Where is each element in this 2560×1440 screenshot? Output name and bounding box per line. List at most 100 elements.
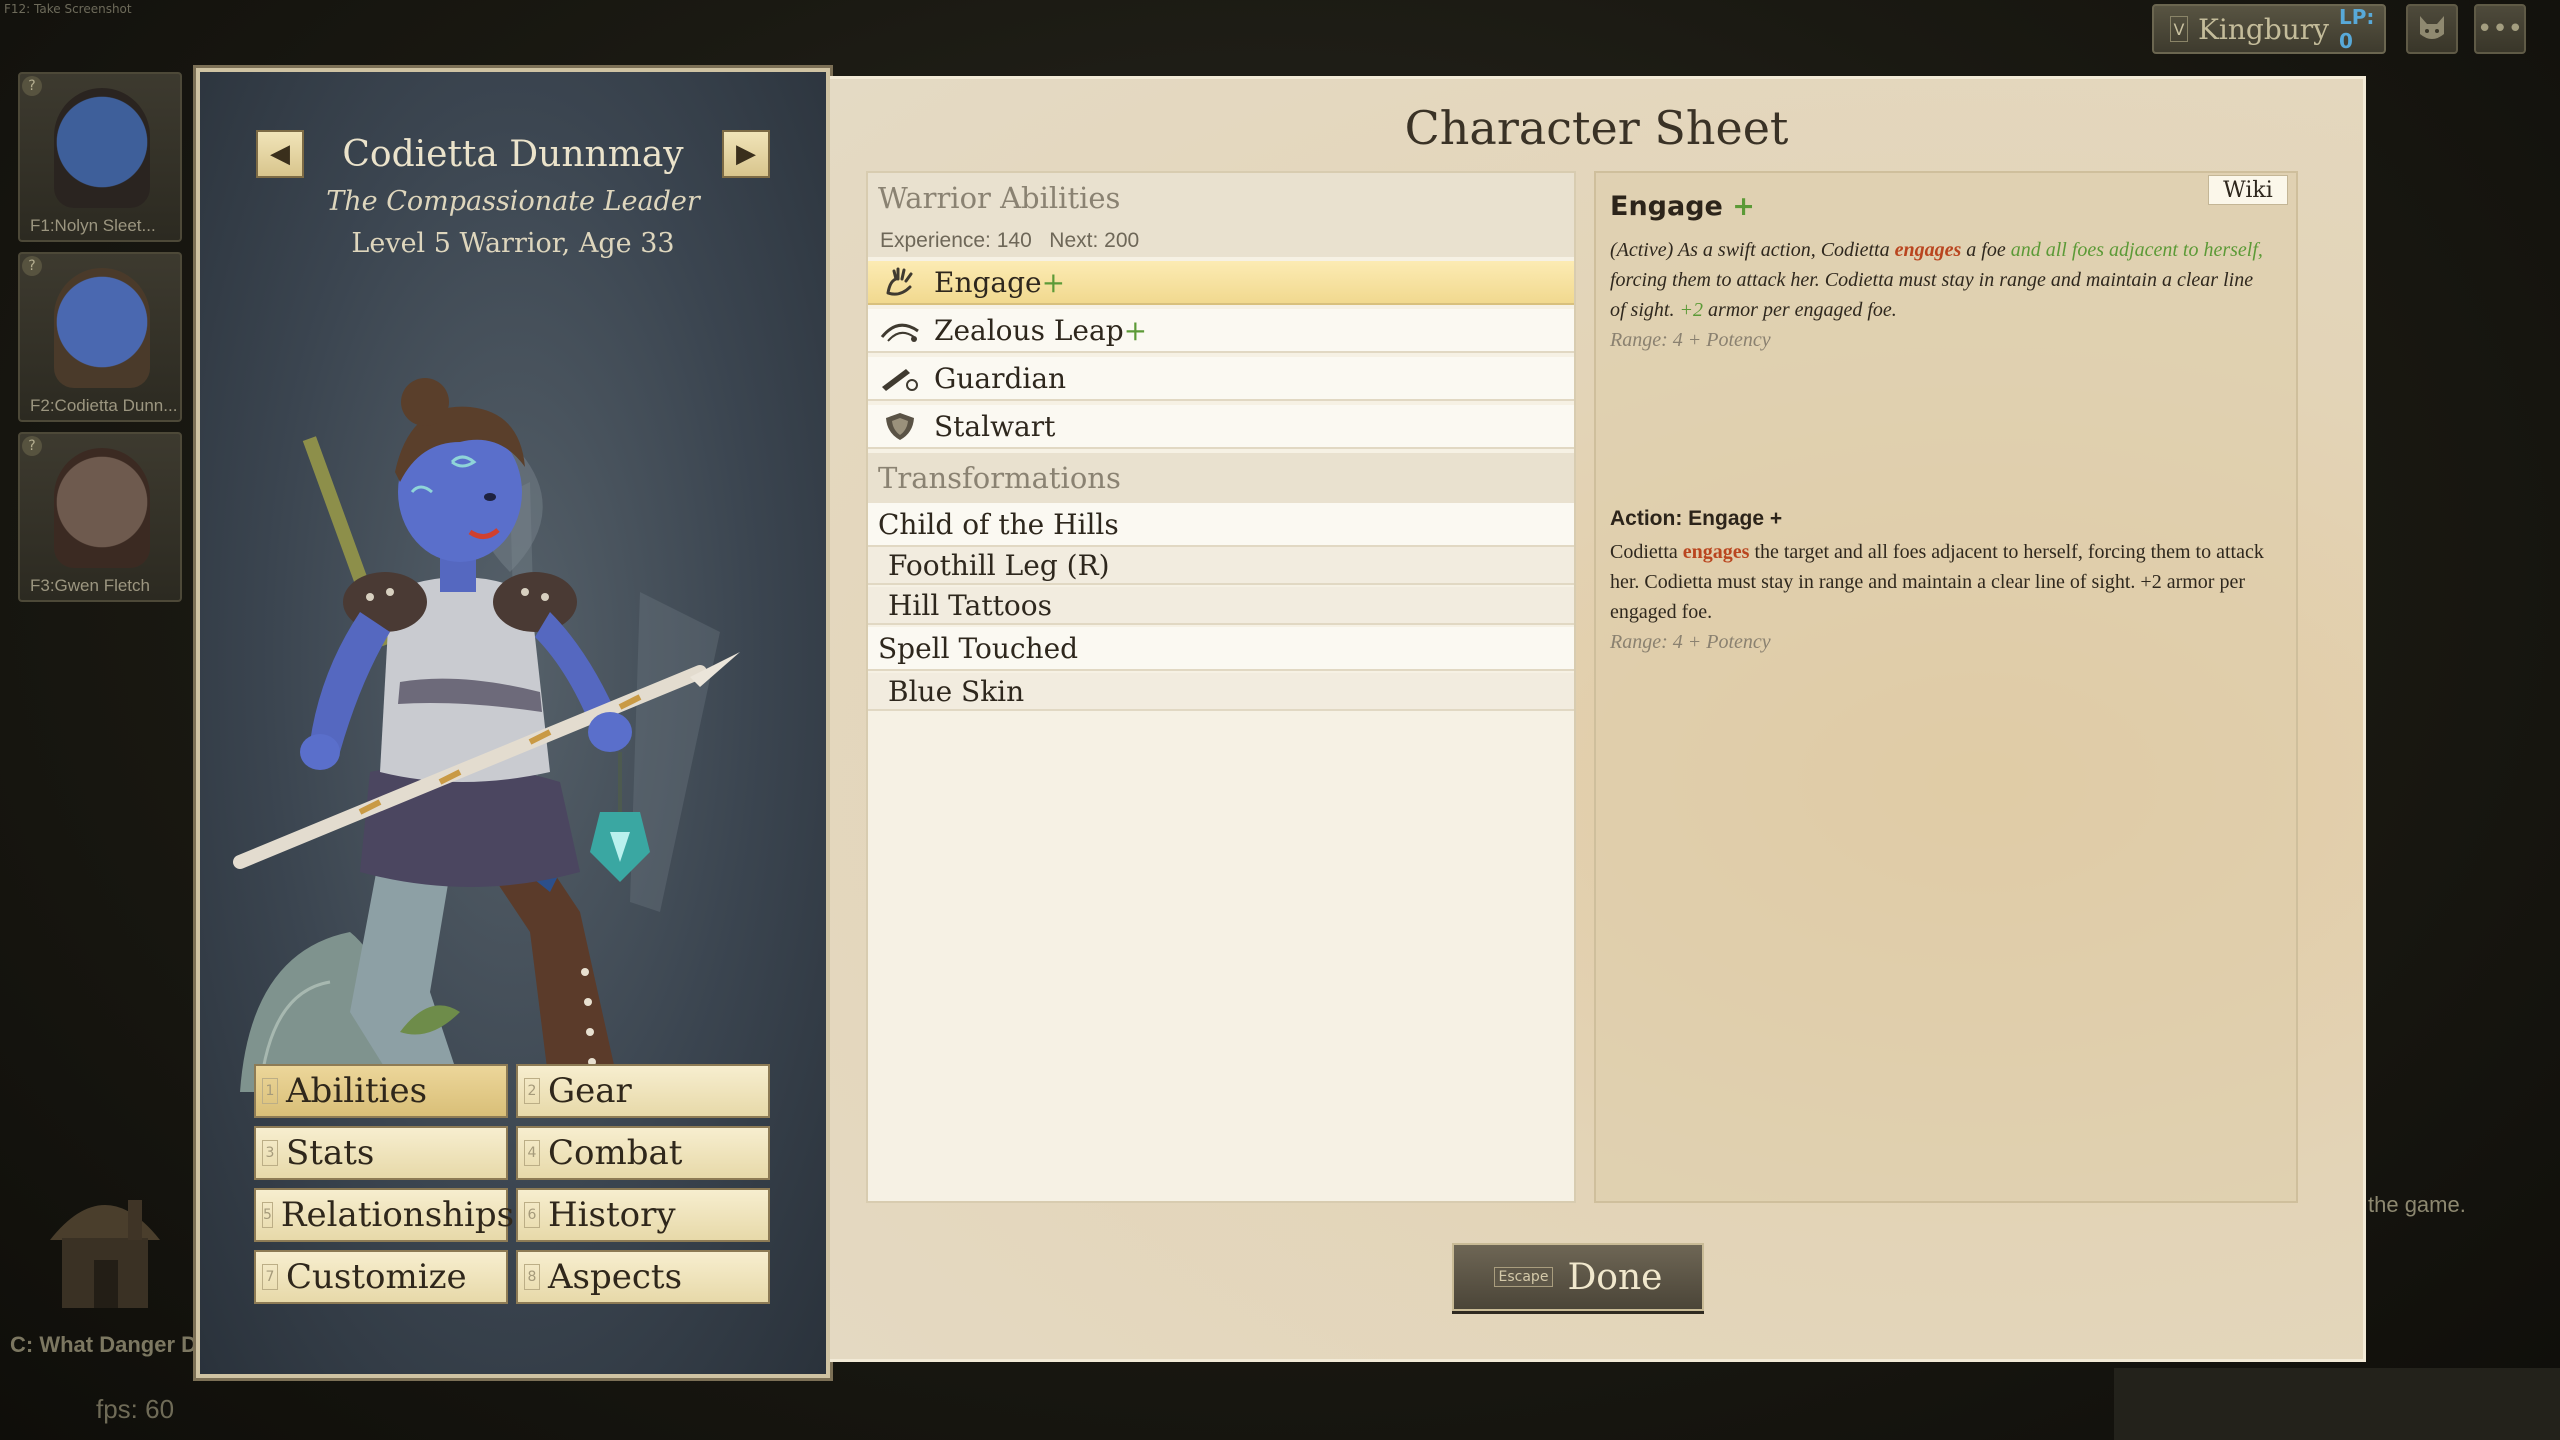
next-level-value: Next: 200 xyxy=(1049,229,1140,252)
menu-label: Stats xyxy=(286,1133,375,1173)
party-member-label: F2:Codietta Dunn... xyxy=(30,396,178,415)
help-icon: ? xyxy=(22,76,42,96)
menu-hotkey: 3 xyxy=(262,1140,278,1166)
ability-row-stalwart[interactable]: Stalwart xyxy=(868,405,1574,449)
abilities-heading: Warrior Abilities xyxy=(878,181,1121,215)
character-sheet: Character Sheet Warrior Abilities Experi… xyxy=(830,76,2366,1362)
menu-abilities-button[interactable]: 1 Abilities xyxy=(254,1064,508,1118)
transformation-row[interactable]: Hill Tattoos xyxy=(868,587,1574,625)
ability-detail-panel: Wiki Engage + (Active) As a swift action… xyxy=(1594,171,2298,1203)
ability-label: Zealous Leap xyxy=(934,313,1124,347)
transformation-row[interactable]: Foothill Leg (R) xyxy=(868,547,1574,585)
character-level: Level 5 Warrior, Age 33 xyxy=(351,228,675,259)
quest-tracker[interactable]: C: What Danger D xyxy=(10,1332,197,1358)
town-button[interactable]: V Kingbury LP: 0 xyxy=(2152,4,2386,54)
ability-name: Engage+ xyxy=(934,266,1065,299)
menu-hotkey: 4 xyxy=(524,1140,540,1166)
detail-title-name: Engage xyxy=(1610,191,1723,222)
shield-icon xyxy=(880,410,920,442)
abilities-list: Warrior Abilities Experience: 140 Next: … xyxy=(866,171,1576,1203)
ability-row-zealous-leap[interactable]: Zealous Leap+ xyxy=(868,309,1574,353)
lp-counter: LP: 0 xyxy=(2339,5,2375,53)
wiki-button[interactable]: Wiki xyxy=(2208,175,2288,205)
desc-text: armor per engaged foe. xyxy=(1702,299,1897,321)
party-member-card[interactable]: ? F1:Nolyn Sleet... xyxy=(18,72,182,242)
party-portrait xyxy=(54,448,150,568)
menu-hotkey: 8 xyxy=(524,1264,540,1290)
party-member-card[interactable]: ? F2:Codietta Dunn... xyxy=(18,252,182,422)
menu-aspects-button[interactable]: 8 Aspects xyxy=(516,1250,770,1304)
ability-name: Guardian xyxy=(934,362,1066,395)
transformation-row[interactable]: Blue Skin xyxy=(868,673,1574,711)
ability-name: Stalwart xyxy=(934,410,1055,443)
transformations-heading: Transformations xyxy=(878,461,1121,495)
help-icon: ? xyxy=(22,256,42,276)
done-button[interactable]: Escape Done xyxy=(1452,1243,1704,1311)
upgrade-text: and all foes adjacent to herself, xyxy=(2010,239,2263,261)
transformation-row[interactable]: Spell Touched xyxy=(868,627,1574,671)
ability-row-guardian[interactable]: Guardian xyxy=(868,357,1574,401)
menu-hotkey: 2 xyxy=(524,1078,540,1104)
ability-name: Zealous Leap+ xyxy=(934,314,1147,347)
character-title: The Compassionate Leader xyxy=(326,186,700,217)
detail-title: Engage + xyxy=(1610,191,1755,222)
character-portrait-panel: ◀ ▶ Codietta Dunnmay The Compassionate L… xyxy=(196,68,830,1378)
ability-plus: + xyxy=(1041,265,1066,299)
action-title: Action: Engage + xyxy=(1610,507,1783,530)
more-options-button[interactable]: ••• xyxy=(2474,4,2526,54)
menu-combat-button[interactable]: 4 Combat xyxy=(516,1126,770,1180)
party-member-card[interactable]: ? F3:Gwen Fletch xyxy=(18,432,182,602)
menu-relationships-button[interactable]: 5 Relationships xyxy=(254,1188,514,1242)
ability-label: Engage xyxy=(934,265,1042,299)
fps-counter: fps: 60 xyxy=(96,1394,175,1424)
background-hint-text: the game. xyxy=(2368,1192,2466,1217)
help-icon: ? xyxy=(22,436,42,456)
menu-label: Gear xyxy=(548,1071,632,1111)
guardian-icon xyxy=(880,362,920,394)
character-portrait-art xyxy=(233,378,740,1093)
screenshot-hint: F12: Take Screenshot xyxy=(4,2,132,16)
ability-plus: + xyxy=(1123,313,1148,347)
cat-icon-button[interactable] xyxy=(2406,4,2458,54)
ability-row-engage[interactable]: Engage+ xyxy=(868,261,1574,305)
action-text: Codietta xyxy=(1610,541,1683,563)
transformation-name: Child of the Hills xyxy=(878,507,1119,541)
menu-gear-button[interactable]: 2 Gear xyxy=(516,1064,770,1118)
upgrade-value: +2 xyxy=(1679,299,1703,321)
engages-keyword[interactable]: engages xyxy=(1895,239,1962,261)
menu-hotkey: 7 xyxy=(262,1264,278,1290)
menu-label: Abilities xyxy=(286,1071,428,1111)
action-description: Codietta engages the target and all foes… xyxy=(1610,537,2266,627)
hut-icon xyxy=(50,1200,160,1308)
menu-label: Aspects xyxy=(548,1257,683,1297)
transformation-name: Hill Tattoos xyxy=(888,588,1052,622)
transformation-name: Spell Touched xyxy=(878,631,1079,665)
transformation-name: Foothill Leg (R) xyxy=(888,548,1110,582)
party-member-label: F1:Nolyn Sleet... xyxy=(30,216,156,235)
character-name: Codietta Dunnmay xyxy=(342,134,684,175)
ability-description: (Active) As a swift action, Codietta eng… xyxy=(1610,235,2266,325)
engages-keyword[interactable]: engages xyxy=(1683,541,1750,563)
menu-hotkey: 1 xyxy=(262,1078,278,1104)
menu-label: Combat xyxy=(548,1133,683,1173)
background-panel xyxy=(2114,1368,2560,1440)
transformation-row[interactable]: Child of the Hills xyxy=(868,503,1574,547)
desc-text: (Active) As a swift action, Codietta xyxy=(1610,239,1895,261)
town-name: Kingbury xyxy=(2198,12,2329,46)
party-portrait xyxy=(54,268,150,388)
experience-text: Experience: 140 Next: 200 xyxy=(880,229,1139,253)
menu-stats-button[interactable]: 3 Stats xyxy=(254,1126,508,1180)
party-member-label: F3:Gwen Fletch xyxy=(30,576,150,595)
ability-label: Guardian xyxy=(934,361,1067,395)
escape-key-hint: Escape xyxy=(1493,1267,1554,1287)
leap-icon xyxy=(880,314,920,346)
cat-icon xyxy=(2420,16,2444,39)
menu-label: Relationships xyxy=(280,1195,515,1235)
ability-label: Stalwart xyxy=(934,409,1056,443)
hand-icon xyxy=(880,266,920,298)
desc-text: a foe xyxy=(1961,239,2011,261)
menu-history-button[interactable]: 6 History xyxy=(516,1188,770,1242)
ellipsis-icon: ••• xyxy=(2476,14,2523,44)
sheet-title: Character Sheet xyxy=(1404,101,1789,155)
menu-customize-button[interactable]: 7 Customize xyxy=(254,1250,508,1304)
